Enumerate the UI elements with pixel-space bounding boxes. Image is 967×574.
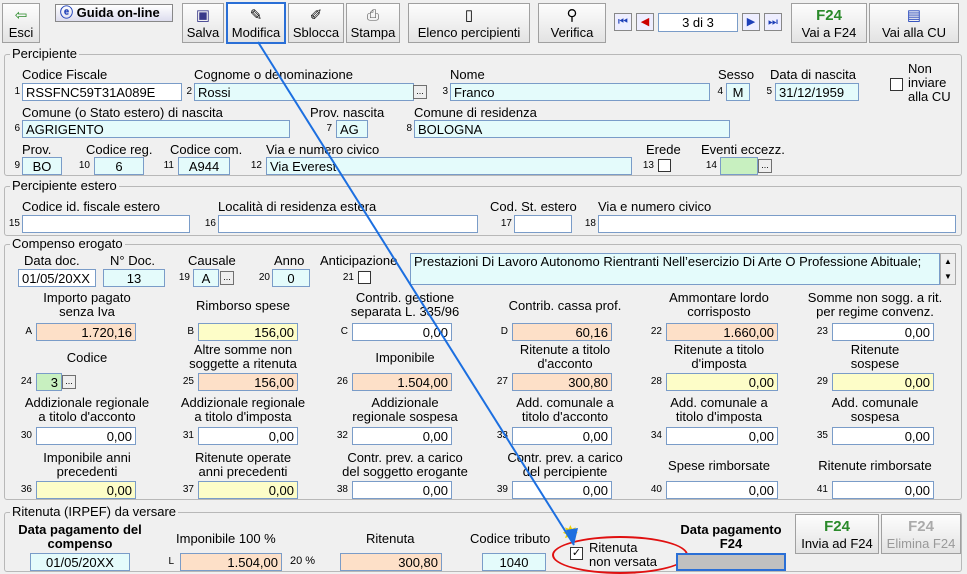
annotation-arrow bbox=[257, 41, 578, 546]
arrow-line bbox=[257, 41, 575, 546]
